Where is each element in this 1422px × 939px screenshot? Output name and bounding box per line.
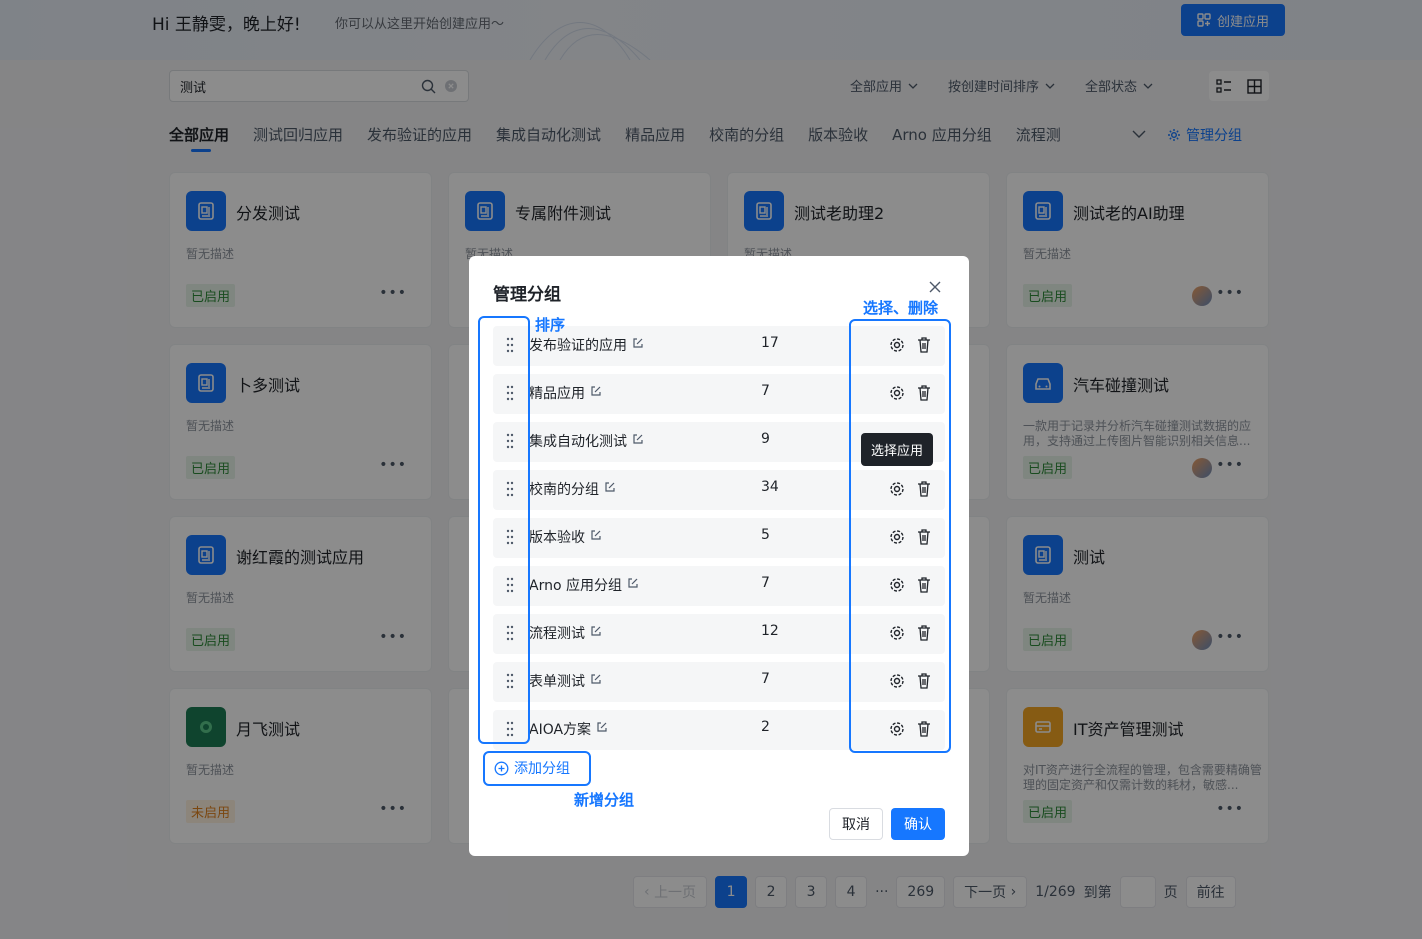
group-app-count: 12 xyxy=(761,623,779,639)
group-app-count: 7 xyxy=(761,671,770,687)
group-app-count: 7 xyxy=(761,575,770,591)
group-app-count: 7 xyxy=(761,383,770,399)
edit-icon[interactable] xyxy=(590,385,602,401)
sort-annotation-box xyxy=(478,316,530,744)
cancel-button[interactable]: 取消 xyxy=(829,808,883,840)
group-name: Arno 应用分组 xyxy=(529,578,622,594)
group-app-count: 17 xyxy=(761,335,779,351)
select-delete-annotation-box xyxy=(849,319,951,753)
add-group-annotation-box xyxy=(483,751,591,786)
select-delete-annotation-label: 选择、删除 xyxy=(863,299,939,317)
sort-annotation-label: 排序 xyxy=(535,316,566,334)
group-name: 校南的分组 xyxy=(529,482,599,498)
group-name: 发布验证的应用 xyxy=(529,338,627,354)
edit-icon[interactable] xyxy=(590,529,602,545)
edit-icon[interactable] xyxy=(590,625,602,641)
edit-icon[interactable] xyxy=(632,433,644,449)
group-app-count: 2 xyxy=(761,719,770,735)
group-app-count: 9 xyxy=(761,431,770,447)
close-icon[interactable] xyxy=(928,280,942,298)
edit-icon[interactable] xyxy=(604,481,616,497)
manage-groups-dialog: 管理分组 发布验证的应用 17 精品应用 7 集成自动化测试 9 校南的分组 3… xyxy=(469,256,969,856)
group-app-count: 5 xyxy=(761,527,770,543)
edit-icon[interactable] xyxy=(632,337,644,353)
edit-icon[interactable] xyxy=(596,721,608,737)
group-name: AIOA方案 xyxy=(529,722,592,738)
group-name: 集成自动化测试 xyxy=(529,434,627,450)
dialog-title: 管理分组 xyxy=(493,285,561,305)
group-name: 流程测试 xyxy=(529,626,585,642)
group-name: 精品应用 xyxy=(529,386,585,402)
confirm-button[interactable]: 确认 xyxy=(891,808,945,840)
edit-icon[interactable] xyxy=(590,673,602,689)
group-name: 版本验收 xyxy=(529,530,585,546)
edit-icon[interactable] xyxy=(627,577,639,593)
group-name: 表单测试 xyxy=(529,674,585,690)
add-group-annotation-label: 新增分组 xyxy=(574,791,635,809)
group-app-count: 34 xyxy=(761,479,779,495)
